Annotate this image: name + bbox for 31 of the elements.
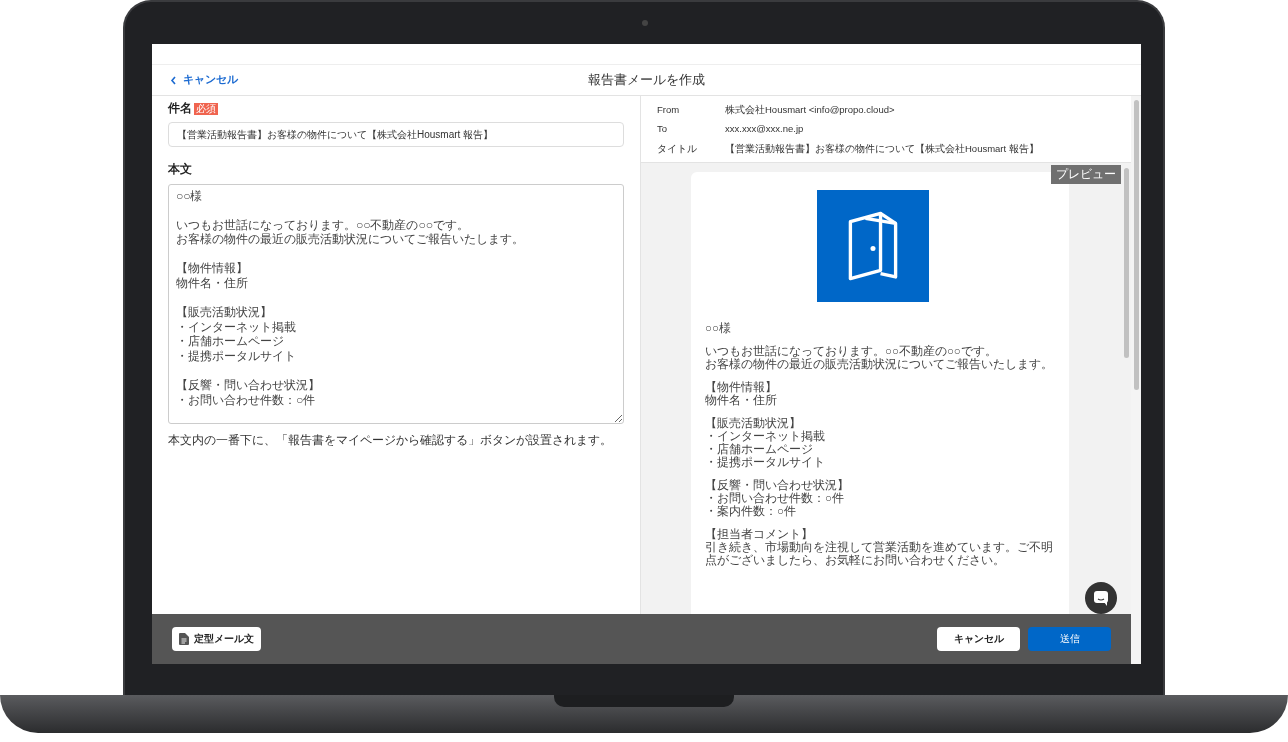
meta-value: 株式会社Housmart <info@propo.cloud>: [725, 103, 896, 117]
field-label: 件名: [168, 101, 192, 116]
chat-icon: [1094, 590, 1108, 606]
helper-text: 本文内の一番下に、「報告書をマイページから確認する」ボタンが設置されます。: [168, 431, 613, 449]
field-label: 本文: [168, 162, 192, 178]
required-badge: 必須: [194, 102, 218, 115]
meta-label: To: [657, 122, 669, 137]
scrollbar[interactable]: [1124, 167, 1129, 358]
meta-label: From: [657, 103, 681, 117]
scrollbar[interactable]: [1131, 96, 1141, 664]
chat-button[interactable]: [1085, 582, 1117, 614]
cancel-button[interactable]: キャンセル: [937, 627, 1020, 651]
email-paragraph: 【販売活動状況】 ・インターネット掲載 ・店舗ホームページ ・提携ポータルサイト: [705, 416, 826, 469]
email-paragraph: ○○様: [705, 321, 732, 335]
email-paragraph: 【反響・問い合わせ状況】 ・お問い合わせ件数：○件 ・案内件数：○件: [705, 478, 850, 518]
body-textarea[interactable]: ○○様 いつもお世話になっております。○○不動産の○○です。 お客様の物件の最近の販売活動状況についてご報告いたします。 【物件情報】 物件名・住所 【販売活動状況】 ・インターネット掲載 ・店舗ホームページ ・提携ポータルサイト 【反響・問い合わせ状況】 ・お問い合わせ件数：○件: [168, 183, 624, 424]
template-button[interactable]: 定型メール文: [172, 626, 261, 652]
email-paragraph: いつもお世話になっております。○○不動産の○○です。 お客様の物件の最近の販売活動状況についてご報告いたします。: [705, 344, 1054, 371]
back-link[interactable]: キャンセル: [170, 72, 238, 88]
door-icon: [847, 209, 899, 282]
email-paragraph: 【担当者コメント】 引き続き、市場動向を注視して営業活動を進めています。ご不明点がございましたら、お気軽にお問い合わせください。: [705, 527, 1054, 567]
document-icon: [179, 633, 189, 645]
meta-value: xxx.xxx@xxx.ne.jp: [725, 122, 805, 137]
meta-value: 【営業活動報告書】お客様の物件について【株式会社Housmart 報告】: [725, 141, 1040, 156]
meta-label: タイトル: [657, 141, 698, 156]
email-paragraph: 【物件情報】 物件名・住所: [705, 380, 778, 407]
preview-badge: プレビュー: [1051, 164, 1121, 184]
subject-field[interactable]: 【営業活動報告書】お客様の物件について【株式会社Housmart 報告】: [168, 122, 624, 148]
chevron-left-icon: [170, 75, 177, 85]
page-title: 報告書メールを作成: [588, 71, 705, 90]
send-button[interactable]: 送信: [1028, 627, 1111, 651]
